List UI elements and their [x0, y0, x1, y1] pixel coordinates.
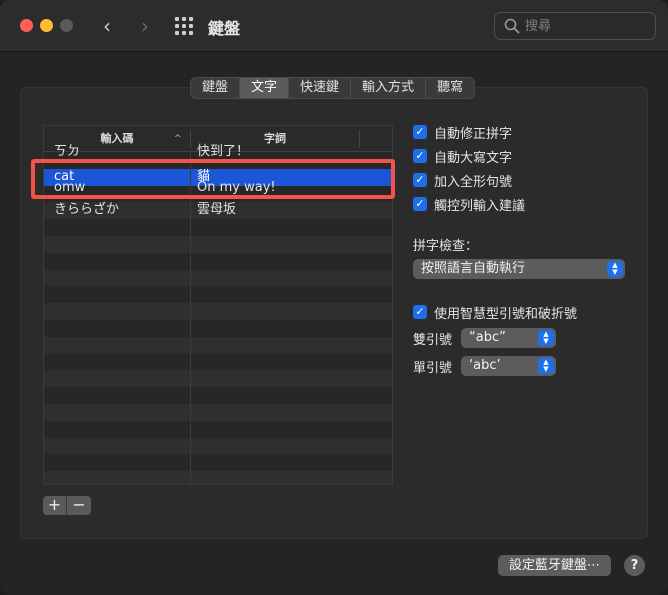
- empty-row: [44, 437, 392, 455]
- empty-row: [44, 252, 392, 270]
- checkmark-icon: ✓: [413, 149, 427, 163]
- double-quotes-label: 雙引號: [413, 333, 453, 348]
- empty-row: [44, 420, 392, 438]
- empty-row: [44, 269, 392, 287]
- checkmark-icon: ✓: [413, 125, 427, 139]
- tab-input-sources[interactable]: 輸入方式: [351, 78, 427, 98]
- single-quotes-value: ‘abc’: [469, 358, 501, 373]
- chevron-up-down-icon: ▲ ▼: [538, 330, 554, 346]
- empty-row: [44, 319, 392, 337]
- tab-dictation[interactable]: 聽寫: [426, 78, 474, 98]
- empty-row: [44, 235, 392, 253]
- checkmark-icon: ✓: [413, 197, 427, 211]
- empty-row: [44, 471, 392, 484]
- table-row[interactable]: きららざか 雲母坂: [44, 202, 392, 220]
- setup-bluetooth-keyboard-button[interactable]: 設定藍牙鍵盤⋯: [498, 555, 611, 576]
- empty-row: [44, 219, 392, 236]
- checkbox-label: 加入全形句號: [434, 174, 513, 190]
- checkmark-icon: ✓: [413, 305, 427, 319]
- row-phrase: 快到了！: [197, 144, 250, 159]
- add-row-button[interactable]: +: [43, 496, 67, 515]
- empty-row: [44, 454, 392, 472]
- titlebar: ‹ › 鍵盤: [0, 0, 668, 52]
- checkbox-label: 自動修正拼字: [434, 126, 513, 142]
- tab-text[interactable]: 文字: [240, 78, 290, 98]
- single-quotes-popup[interactable]: ‘abc’ ▲ ▼: [461, 356, 556, 376]
- search-input[interactable]: [525, 16, 649, 36]
- double-quotes-popup[interactable]: “abc” ▲ ▼: [461, 328, 556, 348]
- checkbox-label: 自動大寫文字: [434, 150, 513, 166]
- checkmark-icon: ✓: [413, 173, 427, 187]
- add-period-checkbox[interactable]: ✓ 加入全形句號: [413, 171, 513, 190]
- checkbox-label: 觸控列輸入建議: [434, 198, 526, 214]
- selection-highlight-annotation: [31, 159, 395, 199]
- search-field[interactable]: [494, 12, 656, 40]
- auto-correct-checkbox[interactable]: ✓ 自動修正拼字: [413, 123, 513, 142]
- chevron-up-down-icon: ▲ ▼: [607, 261, 623, 277]
- preference-tabs: 鍵盤 文字 快速鍵 輸入方式 聽寫: [190, 77, 476, 99]
- empty-row: [44, 370, 392, 388]
- empty-row: [44, 403, 392, 421]
- checkbox-label: 使用智慧型引號和破折號: [434, 306, 578, 322]
- double-quotes-value: “abc”: [469, 330, 506, 345]
- single-quotes-label: 單引號: [413, 361, 453, 376]
- zoom-window-button[interactable]: [60, 19, 73, 32]
- empty-row: [44, 303, 392, 320]
- remove-row-button[interactable]: −: [67, 496, 91, 515]
- row-phrase: 雲母坂: [197, 202, 237, 218]
- close-window-button[interactable]: [20, 19, 33, 32]
- tab-keyboard[interactable]: 鍵盤: [191, 78, 241, 98]
- empty-row: [44, 286, 392, 304]
- tab-shortcuts[interactable]: 快速鍵: [289, 78, 352, 98]
- table-rows: ㄎㄉ 快到了！ cat 貓 omw On my way! きららざか 雲母坂: [44, 145, 392, 484]
- window-title: 鍵盤: [208, 19, 241, 38]
- spelling-popup[interactable]: 按照語言自動執行 ▲ ▼: [413, 259, 625, 279]
- forward-chevron-icon[interactable]: ›: [134, 14, 156, 38]
- spelling-label: 拼字檢查：: [413, 239, 479, 254]
- column-separator: [190, 152, 191, 484]
- keyboard-preferences-window: ‹ › 鍵盤 鍵盤 文字 快速鍵 輸入方式 聽寫 輸入碼 ^ 字詞: [0, 0, 668, 595]
- column-divider[interactable]: [359, 130, 360, 148]
- row-input: ㄎㄉ: [54, 144, 81, 159]
- search-icon: [504, 18, 520, 34]
- add-remove-controls: + −: [43, 496, 91, 515]
- touch-bar-suggestions-checkbox[interactable]: ✓ 觸控列輸入建議: [413, 195, 526, 214]
- empty-row: [44, 353, 392, 371]
- spelling-value: 按照語言自動執行: [421, 261, 526, 276]
- show-all-grid-icon[interactable]: [175, 17, 193, 35]
- empty-row: [44, 387, 392, 404]
- back-chevron-icon[interactable]: ‹: [96, 14, 118, 38]
- smart-quotes-checkbox[interactable]: ✓ 使用智慧型引號和破折號: [413, 303, 578, 322]
- minimize-window-button[interactable]: [40, 19, 53, 32]
- row-input: きららざか: [54, 202, 120, 218]
- empty-row: [44, 336, 392, 354]
- auto-capitalize-checkbox[interactable]: ✓ 自動大寫文字: [413, 147, 513, 166]
- help-button[interactable]: ?: [624, 555, 645, 576]
- sort-ascending-icon: ^: [174, 134, 182, 144]
- chevron-up-down-icon: ▲ ▼: [538, 358, 554, 374]
